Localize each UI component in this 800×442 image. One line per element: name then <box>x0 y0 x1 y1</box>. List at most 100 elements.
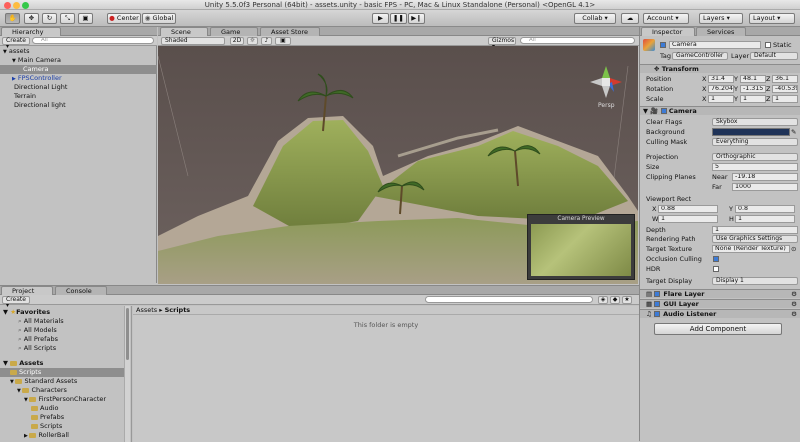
hdr-checkbox[interactable] <box>713 266 719 272</box>
project-folder[interactable]: ▶ RollerBall <box>0 431 124 440</box>
hierarchy-item[interactable]: Terrain <box>0 92 157 101</box>
tab-game[interactable]: Game <box>210 27 258 36</box>
play-button[interactable]: ▶ <box>372 13 389 24</box>
favorite-item[interactable]: ⌕ All Materials <box>0 317 124 326</box>
scene-search-input[interactable]: All <box>520 37 635 44</box>
scene-viewport[interactable]: Persp Camera Preview <box>158 46 638 284</box>
effects-dropdown[interactable]: ▣ <box>275 37 291 45</box>
viewport-vh-field[interactable]: 1 <box>735 215 795 223</box>
breadcrumb-scripts[interactable]: Scripts <box>165 306 191 314</box>
pivot-global-button[interactable]: ◉ Global <box>142 13 176 24</box>
tab-hierarchy[interactable]: Hierarchy <box>1 27 61 36</box>
rect-tool-button[interactable]: ▣ <box>78 13 93 24</box>
occlusion-culling-checkbox[interactable] <box>713 256 719 262</box>
tab-services[interactable]: Services <box>696 27 746 36</box>
rotation-y-field[interactable]: -1.315 <box>740 85 766 93</box>
scale-y-field[interactable]: 1 <box>740 95 766 103</box>
component-header[interactable]: ▤ Flare Layer ⚙ <box>640 289 800 298</box>
favorite-button[interactable]: ★ <box>622 296 632 304</box>
static-checkbox[interactable] <box>765 42 771 48</box>
hand-tool-button[interactable]: ✋ <box>5 13 20 24</box>
object-name-field[interactable]: Camera <box>669 41 761 49</box>
layer-dropdown[interactable]: Default <box>750 52 798 60</box>
scale-x-field[interactable]: 1 <box>708 95 734 103</box>
active-checkbox[interactable] <box>660 42 666 48</box>
favorite-item[interactable]: ⌕ All Prefabs <box>0 335 124 344</box>
project-create-dropdown[interactable]: Create ▾ <box>2 296 30 309</box>
component-enabled-checkbox[interactable] <box>654 311 661 317</box>
pivot-center-button[interactable]: ● Center <box>107 13 141 24</box>
rotate-tool-button[interactable]: ↻ <box>42 13 57 24</box>
hierarchy-item[interactable]: ▼ assets <box>0 47 157 56</box>
cloud-button[interactable]: ☁ <box>621 13 639 24</box>
shading-mode-dropdown[interactable]: Shaded <box>161 37 225 45</box>
project-folder[interactable]: Scripts <box>0 422 124 431</box>
collab-button[interactable]: Collab ▾ <box>574 13 616 24</box>
viewport-vw-field[interactable]: 1 <box>658 215 718 223</box>
project-folder[interactable]: Prefabs <box>0 413 124 422</box>
filter-label-button[interactable]: ◆ <box>610 296 620 304</box>
project-folder[interactable]: Scripts <box>0 368 124 377</box>
hierarchy-item[interactable]: ▶ FPSController <box>0 74 157 83</box>
expand-arrow-icon[interactable]: ▼ <box>3 49 7 55</box>
viewport-vx-field[interactable]: 0.88 <box>658 205 718 213</box>
tab-project[interactable]: Project <box>1 286 53 295</box>
persp-label[interactable]: Persp <box>598 102 615 109</box>
tab-scene[interactable]: Scene <box>160 27 208 36</box>
component-enabled-checkbox[interactable] <box>654 291 661 297</box>
position-y-field[interactable]: 48.1 <box>740 75 766 83</box>
tab-asset-store[interactable]: Asset Store <box>260 27 320 36</box>
move-tool-button[interactable]: ✥ <box>24 13 39 24</box>
orientation-gizmo[interactable] <box>588 64 624 100</box>
lighting-toggle[interactable]: ☼ <box>247 37 258 45</box>
hierarchy-item[interactable]: ▼ Main Camera <box>0 56 157 65</box>
step-button[interactable]: ▶❙ <box>408 13 425 24</box>
pause-button[interactable]: ❚❚ <box>390 13 407 24</box>
near-field[interactable]: -19.18 <box>732 173 798 181</box>
component-enabled-checkbox[interactable] <box>654 301 661 307</box>
project-folder[interactable]: Audio <box>0 404 124 413</box>
account-dropdown[interactable]: Account ▾ <box>643 13 689 24</box>
close-window-icon[interactable] <box>4 2 11 9</box>
project-search-input[interactable] <box>425 296 593 303</box>
expand-arrow-icon[interactable]: ▼ <box>3 359 10 367</box>
target-display-dropdown[interactable]: Display 1 <box>712 277 798 285</box>
scale-tool-button[interactable]: ⤡ <box>60 13 75 24</box>
hierarchy-create-dropdown[interactable]: Create ▾ <box>2 37 30 50</box>
add-component-button[interactable]: Add Component <box>654 323 782 335</box>
gear-icon[interactable]: ⚙ <box>791 310 797 318</box>
tab-inspector[interactable]: Inspector <box>641 27 695 36</box>
tag-dropdown[interactable]: GameController <box>672 52 728 60</box>
minimize-window-icon[interactable] <box>13 2 20 9</box>
clear-flags-dropdown[interactable]: Skybox <box>712 118 798 126</box>
project-folder[interactable]: ▼ Standard Assets <box>0 377 124 386</box>
favorite-item[interactable]: ⌕ All Scripts <box>0 344 124 353</box>
favorites-header[interactable]: ▼ ★Favorites <box>0 308 124 317</box>
favorite-item[interactable]: ⌕ All Models <box>0 326 124 335</box>
gear-icon[interactable]: ⚙ <box>791 300 797 308</box>
breadcrumb-assets[interactable]: Assets <box>136 306 157 314</box>
tree-scrollbar[interactable] <box>124 306 130 442</box>
object-picker-icon[interactable]: ⊙ <box>791 245 796 253</box>
project-folder[interactable]: ▼ FirstPersonCharacter <box>0 395 124 404</box>
culling-mask-dropdown[interactable]: Everything <box>712 138 798 146</box>
viewport-vy-field[interactable]: 0.8 <box>735 205 795 213</box>
hierarchy-item[interactable]: Camera <box>0 65 157 74</box>
zoom-window-icon[interactable] <box>22 2 29 9</box>
gizmos-dropdown[interactable]: Gizmos ▾ <box>488 37 516 50</box>
depth-field[interactable]: 1 <box>712 226 798 234</box>
camera-enabled-checkbox[interactable] <box>660 108 667 114</box>
transform-header[interactable]: ✥ Transform <box>640 64 800 73</box>
rotation-x-field[interactable]: 76.204 <box>708 85 734 93</box>
projection-dropdown[interactable]: Orthographic <box>712 153 798 161</box>
target-texture-field[interactable]: None (Render Texture) <box>712 245 790 253</box>
expand-arrow-icon[interactable]: ▼ <box>12 58 16 64</box>
tree-scroll-thumb[interactable] <box>126 308 129 360</box>
background-color-swatch[interactable] <box>712 128 790 136</box>
position-z-field[interactable]: 36.1 <box>772 75 798 83</box>
expand-arrow-icon[interactable]: ▶ <box>12 76 16 82</box>
hierarchy-item[interactable]: Directional Light <box>0 83 157 92</box>
position-x-field[interactable]: 31.4 <box>708 75 734 83</box>
component-header[interactable]: ♫ Audio Listener ⚙ <box>640 309 800 318</box>
assets-root[interactable]: ▼ Assets <box>0 359 124 368</box>
